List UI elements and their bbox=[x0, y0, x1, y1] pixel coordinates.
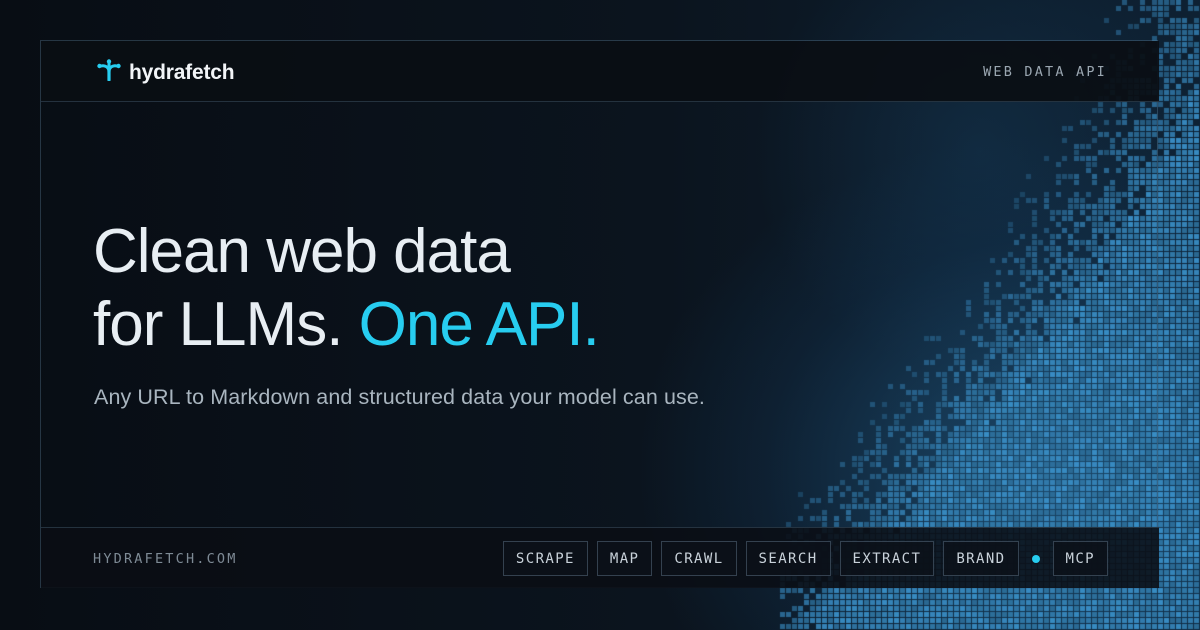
chip-extract[interactable]: EXTRACT bbox=[839, 541, 935, 576]
header-tagline: WEB DATA API bbox=[983, 64, 1107, 80]
chip-map[interactable]: MAP bbox=[596, 541, 653, 576]
feature-chips: SCRAPE MAP CRAWL SEARCH EXTRACT BRAND MC… bbox=[502, 541, 1108, 576]
chip-brand[interactable]: BRAND bbox=[943, 541, 1019, 576]
accent-dot-icon bbox=[1031, 554, 1040, 563]
headline-line-2: for LLMs. bbox=[93, 290, 343, 359]
header-bar: hydrafetch WEB DATA API bbox=[41, 41, 1159, 102]
footer-bar: HYDRAFETCH.COM SCRAPE MAP CRAWL SEARCH E… bbox=[41, 527, 1159, 588]
brand-name: hydrafetch bbox=[129, 60, 235, 84]
footer-domain-link[interactable]: HYDRAFETCH.COM bbox=[93, 551, 238, 567]
chip-crawl[interactable]: CRAWL bbox=[661, 541, 737, 576]
hero-subhead: Any URL to Markdown and structured data … bbox=[94, 385, 705, 409]
chip-mcp[interactable]: MCP bbox=[1052, 541, 1108, 576]
chip-search[interactable]: SEARCH bbox=[745, 541, 831, 576]
hero-headline: Clean web data for LLMs. One API. bbox=[93, 215, 600, 361]
hydra-logo-icon bbox=[97, 59, 121, 86]
brand-logo[interactable]: hydrafetch bbox=[97, 59, 235, 86]
headline-accent: One API. bbox=[358, 290, 600, 359]
headline-line-1: Clean web data bbox=[93, 217, 511, 286]
chip-scrape[interactable]: SCRAPE bbox=[502, 541, 588, 576]
